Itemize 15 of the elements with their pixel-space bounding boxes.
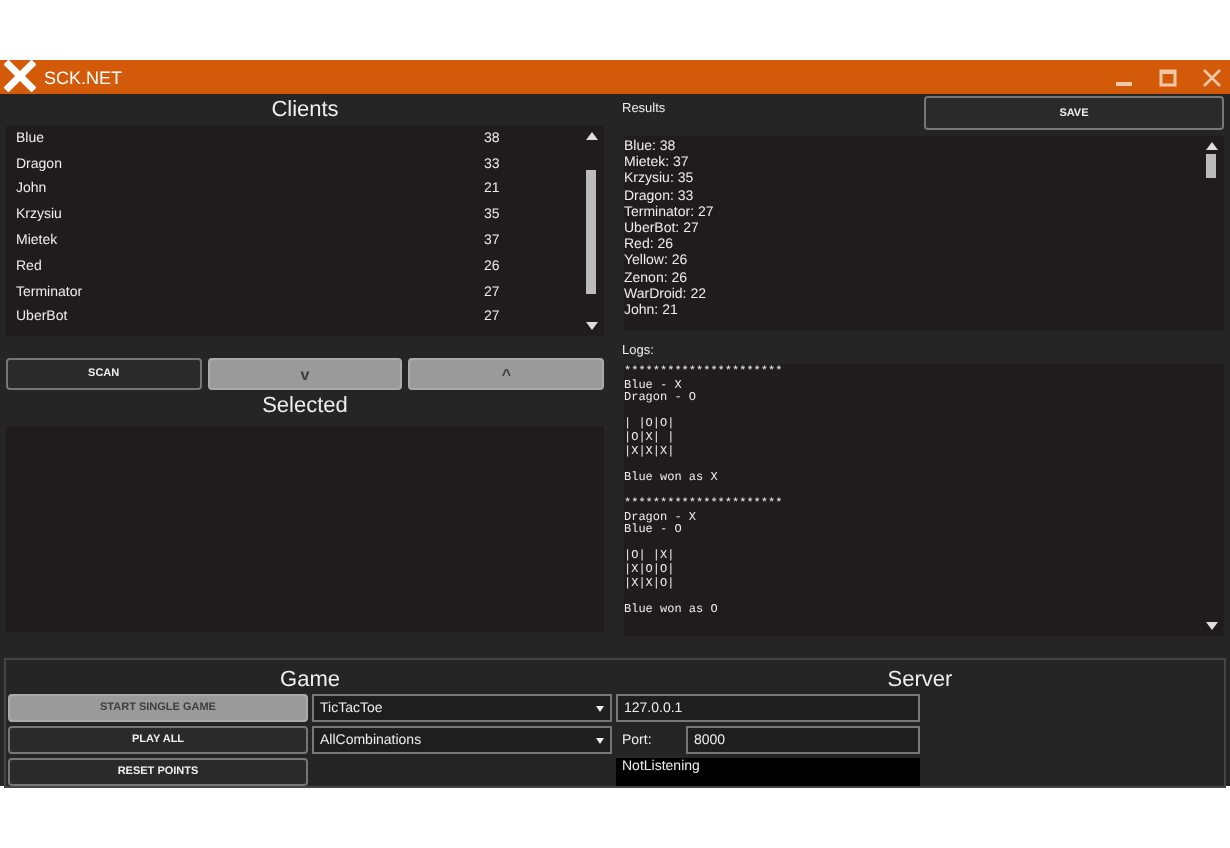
scroll-up-icon[interactable] <box>585 132 597 140</box>
dropdown-caret-icon <box>596 705 604 711</box>
server-heading: Server <box>885 666 955 694</box>
window-title: SCK.NET <box>44 67 123 87</box>
clients-heading: Clients <box>269 96 341 126</box>
game-heading: Game <box>278 666 342 694</box>
maximize-icon[interactable] <box>1158 67 1178 87</box>
scroll-down-icon[interactable] <box>585 322 597 330</box>
scroll-thumb[interactable] <box>1206 154 1216 178</box>
dropdown-caret-icon <box>596 737 604 743</box>
close-icon[interactable] <box>1202 67 1222 87</box>
selected-heading: Selected <box>260 392 350 422</box>
scroll-up-icon[interactable] <box>1205 142 1217 150</box>
scroll-down-icon[interactable] <box>1205 622 1217 630</box>
crossed-x-logo-icon <box>4 59 36 91</box>
